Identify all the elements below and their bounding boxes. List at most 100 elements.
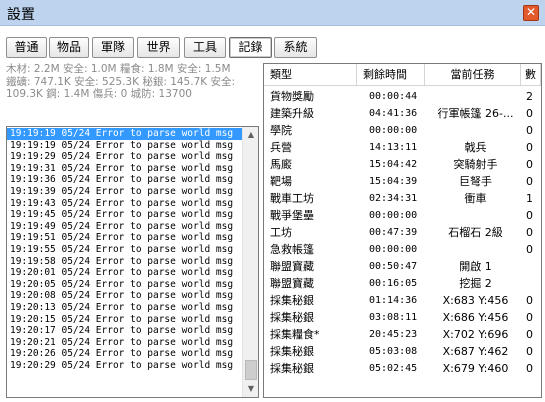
task-time-cell: 05:02:45 [369, 363, 418, 374]
task-type-cell: 兵營 [270, 141, 292, 154]
table-row[interactable]: 聯盟寶藏 00:50:47 開啟 1 [264, 258, 541, 275]
table-row[interactable]: 採集秘銀 01:14:36 X:683 Y:456 0 [264, 292, 541, 309]
log-entry[interactable]: 19:19:58 05/24 Error to parse world msg [7, 256, 242, 268]
tab-records[interactable]: 記錄 [229, 37, 272, 58]
log-entry[interactable]: 19:20:15 05/24 Error to parse world msg [7, 314, 242, 326]
task-time-cell: 02:34:31 [369, 193, 418, 204]
log-entry[interactable]: 19:20:05 05/24 Error to parse world msg [7, 279, 242, 291]
task-type-cell: 學院 [270, 124, 292, 137]
scroll-up-arrow-icon[interactable]: ▲ [243, 127, 258, 143]
resource-summary: 木材: 2.2M 安全: 1.0M 糧食: 1.8M 安全: 1.5M 鐵礦: … [6, 63, 258, 107]
task-time-cell: 04:41:36 [369, 108, 418, 119]
task-count-cell: 0 [526, 311, 533, 324]
task-type-cell: 採集秘銀 [270, 362, 314, 375]
log-entry[interactable]: 19:19:19 05/24 Error to parse world msg [7, 128, 242, 140]
log-entry[interactable]: 19:19:51 05/24 Error to parse world msg [7, 232, 242, 244]
column-header-remaining-time[interactable]: 剩餘時間 [357, 64, 425, 86]
task-type-cell: 聯盟寶藏 [270, 277, 314, 290]
task-current-cell [427, 241, 524, 258]
task-time-cell: 00:00:00 [369, 244, 418, 255]
task-type-cell: 馬廄 [270, 158, 292, 171]
log-entry[interactable]: 19:20:01 05/24 Error to parse world msg [7, 267, 242, 279]
log-entry[interactable]: 19:20:29 05/24 Error to parse world msg [7, 360, 242, 372]
log-entry[interactable]: 19:19:55 05/24 Error to parse world msg [7, 244, 242, 256]
task-time-cell: 00:50:47 [369, 261, 418, 272]
task-type-cell: 急救帳篷 [270, 243, 314, 256]
tab-bar: 普通 物品 軍隊 世界 工具 記錄 系統 [0, 27, 545, 59]
task-count-cell: 1 [526, 192, 533, 205]
close-button[interactable]: ✕ [523, 5, 539, 21]
log-entry[interactable]: 19:19:31 05/24 Error to parse world msg [7, 163, 242, 175]
scroll-down-arrow-icon[interactable]: ▼ [243, 381, 258, 397]
tab-tools[interactable]: 工具 [184, 37, 226, 58]
table-row[interactable]: 貨物獎勵 00:00:44 2 [264, 88, 541, 105]
task-current-cell: 挖掘 2 [459, 277, 492, 290]
table-row[interactable]: 採集秘銀 05:03:08 X:687 Y:462 0 [264, 343, 541, 360]
table-row[interactable]: 建築升級 04:41:36 行軍帳篷 26-... 0 [264, 105, 541, 122]
log-scrollbar[interactable]: ▲ ▼ [242, 127, 258, 397]
log-entry[interactable]: 19:19:19 05/24 Error to parse world msg [7, 140, 242, 152]
task-current-cell: 戟兵 [464, 141, 487, 154]
table-row[interactable]: 工坊 00:47:39 石榴石 2級 0 [264, 224, 541, 241]
log-entry[interactable]: 19:19:36 05/24 Error to parse world msg [7, 174, 242, 186]
table-row[interactable]: 靶場 15:04:39 巨弩手 0 [264, 173, 541, 190]
log-entry[interactable]: 19:20:17 05/24 Error to parse world msg [7, 325, 242, 337]
tab-army[interactable]: 軍隊 [92, 37, 134, 58]
task-time-cell: 03:08:11 [369, 312, 418, 323]
task-count-cell [526, 275, 538, 292]
task-count-cell: 0 [526, 226, 533, 239]
column-header-current-task[interactable]: 當前任務 [425, 64, 521, 86]
task-current-cell [427, 88, 524, 105]
log-entry[interactable]: 19:20:08 05/24 Error to parse world msg [7, 290, 242, 302]
table-row[interactable]: 採集秘銀 03:08:11 X:686 Y:456 0 [264, 309, 541, 326]
log-entry[interactable]: 19:19:29 05/24 Error to parse world msg [7, 151, 242, 163]
task-count-cell: 0 [526, 141, 533, 154]
task-time-cell: 01:14:36 [369, 295, 418, 306]
resource-line: 109.3K 鋼: 1.4M 傷兵: 0 城防: 13700 [6, 88, 192, 100]
column-header-type[interactable]: 類型 [264, 64, 357, 86]
table-row[interactable]: 學院 00:00:00 0 [264, 122, 541, 139]
log-entry[interactable]: 19:19:39 05/24 Error to parse world msg [7, 186, 242, 198]
scroll-thumb[interactable] [245, 360, 257, 380]
table-row[interactable]: 急救帳篷 00:00:00 0 [264, 241, 541, 258]
task-current-cell: X:687 Y:462 [442, 345, 509, 358]
task-time-cell: 14:13:11 [369, 142, 418, 153]
task-type-cell: 工坊 [270, 226, 292, 239]
tab-world[interactable]: 世界 [137, 37, 180, 58]
log-entry[interactable]: 19:19:43 05/24 Error to parse world msg [7, 198, 242, 210]
log-entry[interactable]: 19:19:45 05/24 Error to parse world msg [7, 209, 242, 221]
task-count-cell: 0 [526, 158, 533, 171]
table-row[interactable]: 採集秘銀 05:02:45 X:679 Y:460 0 [264, 360, 541, 377]
task-current-cell [427, 122, 524, 139]
task-type-cell: 採集秘銀 [270, 311, 314, 324]
task-count-cell: 2 [526, 90, 533, 103]
task-type-cell: 採集秘銀 [270, 345, 314, 358]
task-count-cell [526, 258, 538, 275]
log-entry[interactable]: 19:20:26 05/24 Error to parse world msg [7, 348, 242, 360]
task-current-cell: 巨弩手 [459, 175, 492, 188]
table-row[interactable]: 聯盟寶藏 00:16:05 挖掘 2 [264, 275, 541, 292]
task-current-cell: X:679 Y:460 [442, 362, 509, 375]
table-row[interactable]: 採集糧食* 20:45:23 X:702 Y:696 0 [264, 326, 541, 343]
tab-items[interactable]: 物品 [49, 37, 89, 58]
column-header-count[interactable]: 數 [521, 64, 541, 86]
task-type-cell: 靶場 [270, 175, 292, 188]
log-entry[interactable]: 19:19:49 05/24 Error to parse world msg [7, 221, 242, 233]
log-list[interactable]: 19:19:19 05/24 Error to parse world msg 1… [6, 126, 259, 398]
log-entry[interactable]: 19:20:21 05/24 Error to parse world msg [7, 337, 242, 349]
table-row[interactable]: 戰車工坊 02:34:31 衝車 1 [264, 190, 541, 207]
resource-line: 木材: 2.2M 安全: 1.0M 糧食: 1.8M 安全: 1.5M [6, 63, 231, 75]
resource-line: 鐵礦: 747.1K 安全: 525.3K 秘銀: 145.7K 安全: [6, 75, 236, 88]
task-current-cell [427, 207, 524, 224]
tab-general[interactable]: 普通 [6, 37, 47, 58]
tab-system[interactable]: 系統 [274, 37, 317, 58]
table-row[interactable]: 戰爭堡壘 00:00:00 0 [264, 207, 541, 224]
task-current-cell: 突騎射手 [453, 158, 498, 171]
task-type-cell: 採集糧食* [270, 328, 320, 341]
log-entry[interactable]: 19:20:13 05/24 Error to parse world msg [7, 302, 242, 314]
table-row[interactable]: 兵營 14:13:11 戟兵 0 [264, 139, 541, 156]
title-bar: 設置 ✕ [0, 0, 545, 26]
task-time-cell: 00:00:44 [369, 91, 418, 102]
table-row[interactable]: 馬廄 15:04:42 突騎射手 0 [264, 156, 541, 173]
task-time-cell: 00:47:39 [369, 227, 418, 238]
